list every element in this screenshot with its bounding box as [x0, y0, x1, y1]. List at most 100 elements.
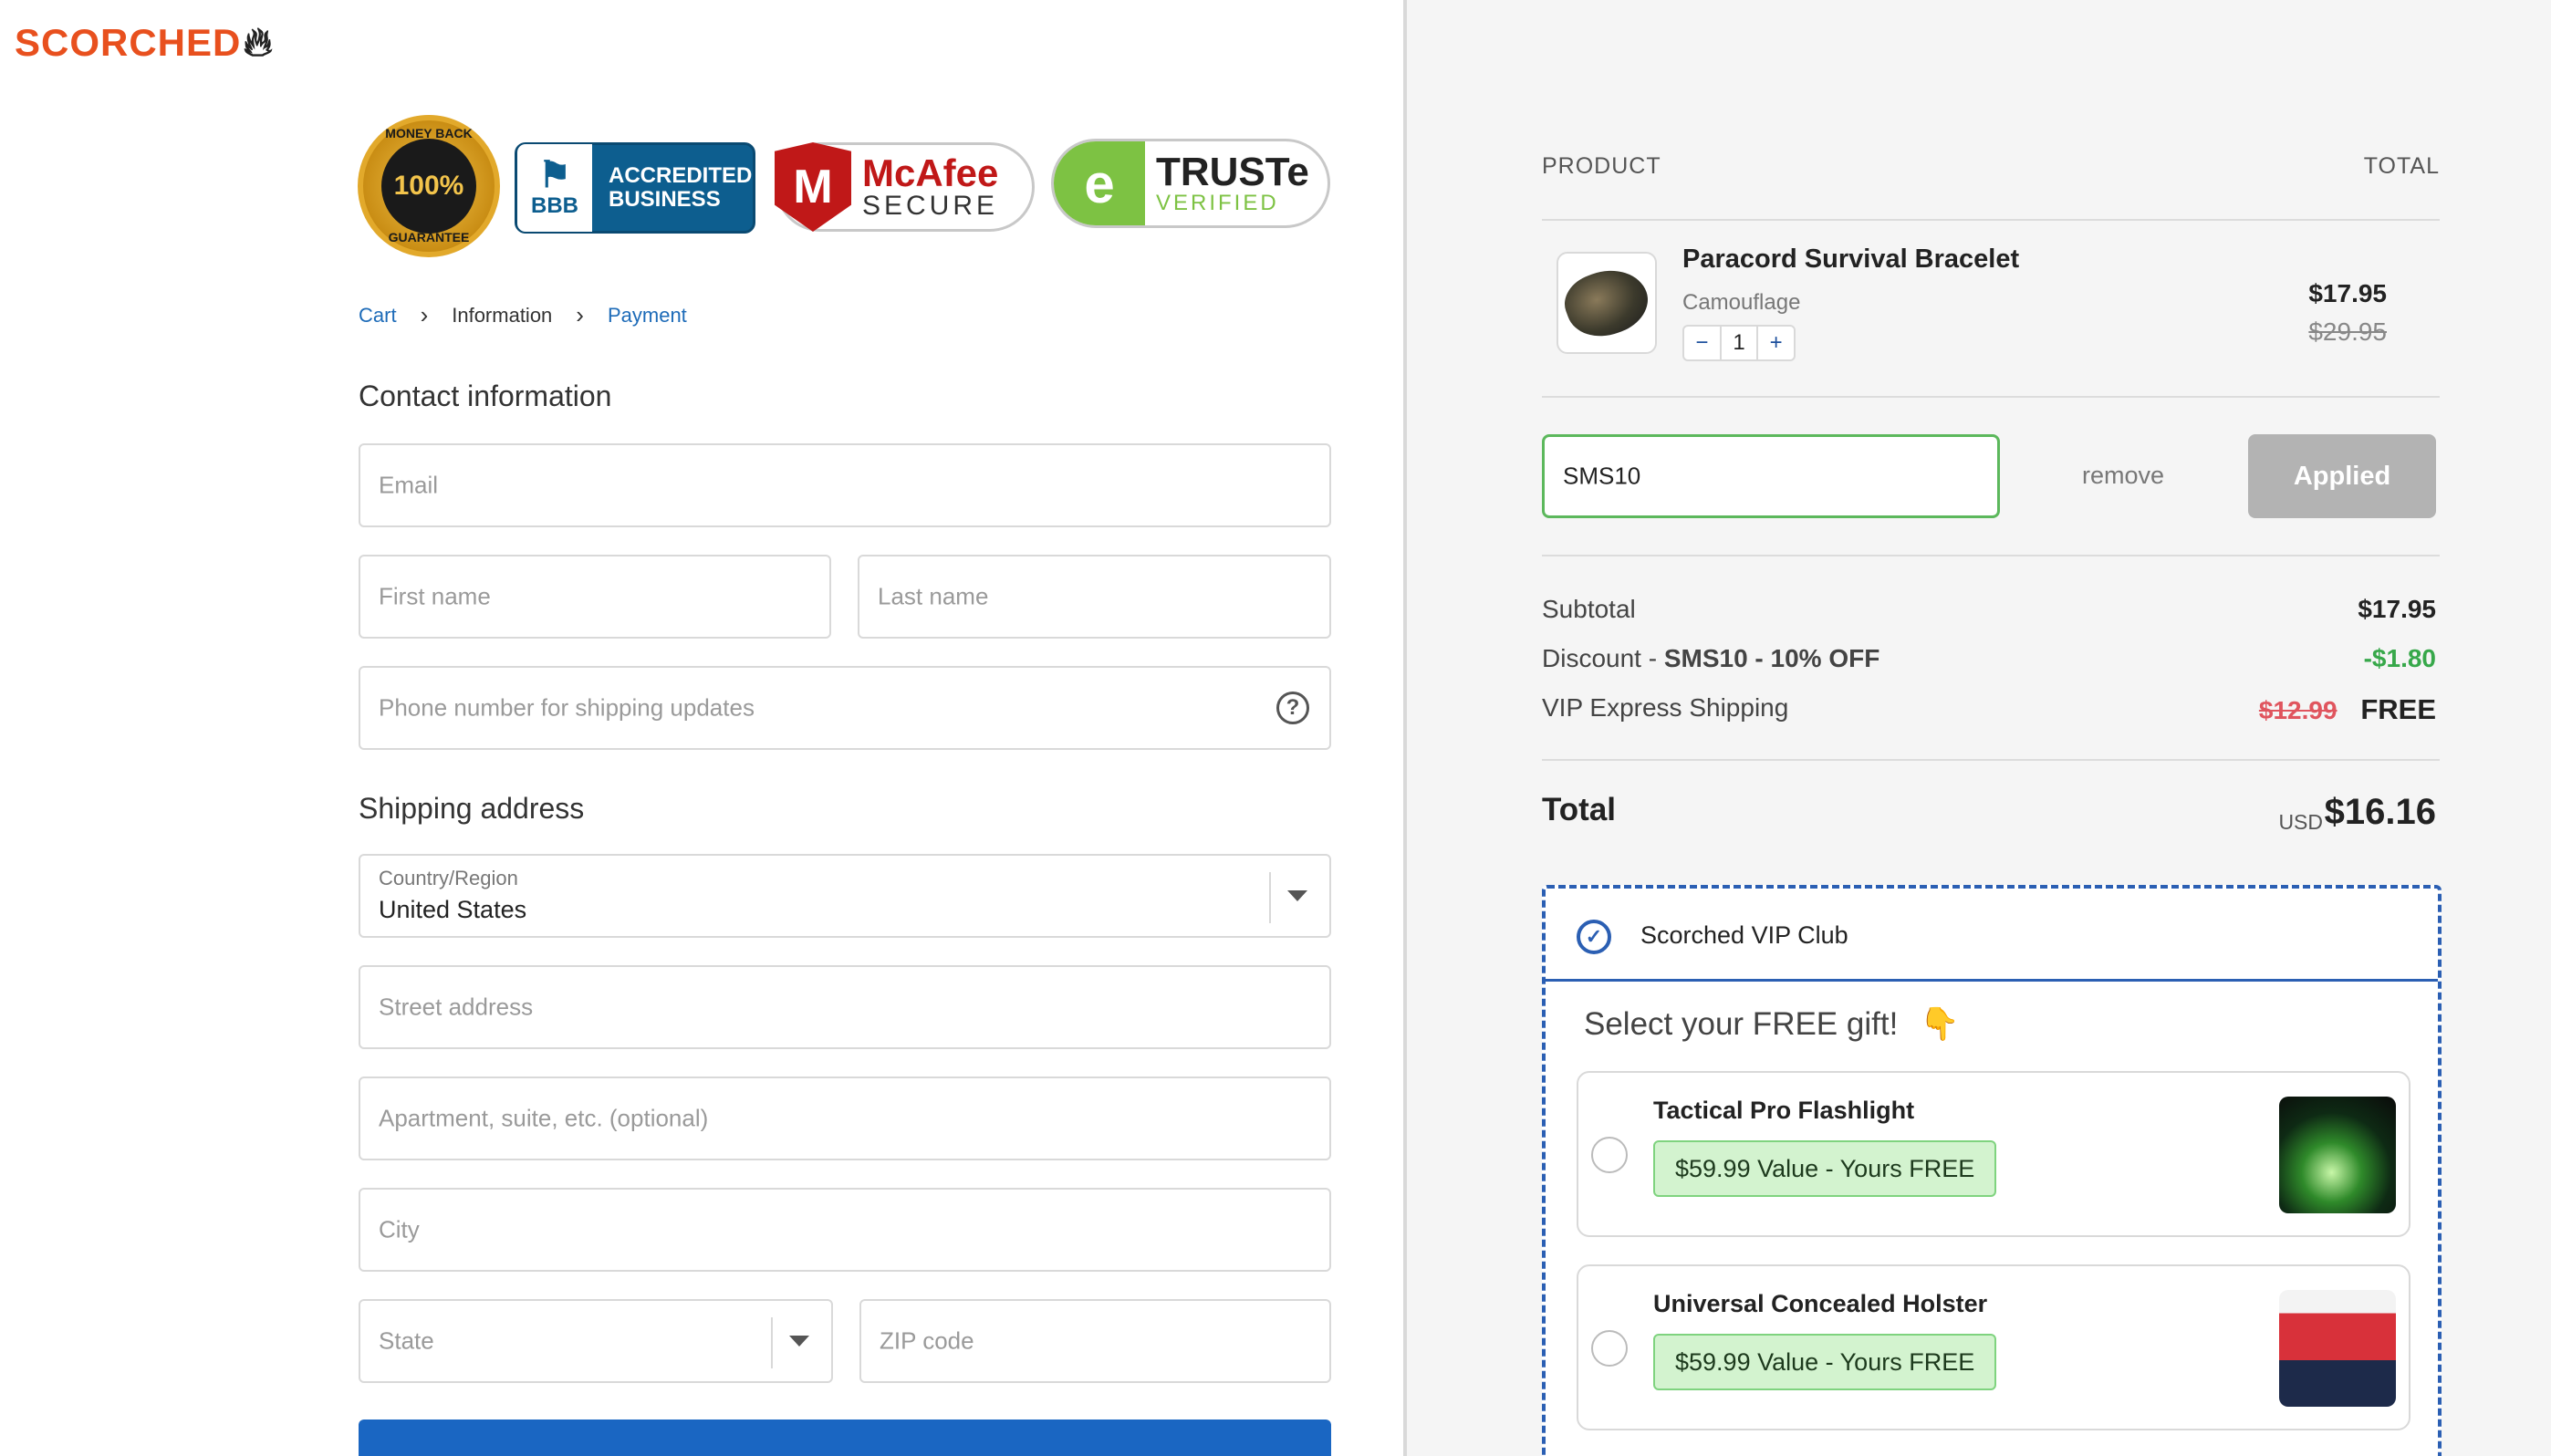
select-separator: [771, 1317, 773, 1368]
divider: [1542, 759, 2440, 761]
truste-sub: VERIFIED: [1156, 191, 1279, 215]
bbb-logo: ⚑ BBB: [517, 144, 592, 232]
product-compare-price: $29.95: [2308, 317, 2387, 346]
gift-value-badge: $59.99 Value - Yours FREE: [1653, 1140, 1997, 1197]
money-back-center: 100%: [381, 139, 476, 234]
shipping-old-price: $12.99: [2258, 696, 2338, 724]
quantity-stepper[interactable]: − 1 +: [1682, 325, 1796, 361]
check-circle-icon[interactable]: ✓: [1577, 920, 1611, 954]
bbb-line-1: ACCREDITED: [609, 162, 753, 188]
discount-value: -$1.80: [2363, 644, 2436, 672]
flame-icon: 🔥︎: [243, 20, 274, 65]
zip-placeholder: ZIP code: [880, 1326, 974, 1355]
contact-section-title: Contact information: [359, 380, 612, 412]
apartment-field[interactable]: Apartment, suite, etc. (optional): [359, 1076, 1331, 1160]
pointing-down-icon: 👇: [1920, 1006, 1960, 1042]
gift-heading-text: Select your FREE gift!: [1584, 1006, 1899, 1042]
question-circle-icon[interactable]: ?: [1276, 692, 1309, 724]
holster-image: [2279, 1290, 2396, 1407]
product-price: $17.95: [2308, 279, 2387, 307]
applied-button[interactable]: Applied: [2248, 434, 2436, 518]
gift-name: Tactical Pro Flashlight: [1653, 1097, 1915, 1124]
product-name: Paracord Survival Bracelet: [1682, 244, 2020, 274]
shipping-free-value: FREE: [2360, 693, 2436, 725]
breadcrumb-information: Information: [452, 303, 553, 327]
last-name-field[interactable]: Last name: [858, 555, 1331, 639]
breadcrumb-payment[interactable]: Payment: [608, 304, 687, 328]
shipping-price: $12.99 FREE: [2259, 693, 2436, 726]
truste-verified-badge: e TRUSTe VERIFIED: [1051, 139, 1330, 228]
quantity-increase-button[interactable]: +: [1758, 330, 1794, 356]
first-name-placeholder: First name: [379, 582, 491, 610]
subtotal-value: $17.95: [2358, 595, 2436, 623]
brand-name: SCORCHED: [15, 21, 242, 64]
bbb-logo-text: BBB: [531, 193, 578, 218]
total-currency: USD: [2278, 810, 2323, 834]
phone-placeholder: Phone number for shipping updates: [379, 693, 755, 722]
zip-code-field[interactable]: ZIP code: [859, 1299, 1331, 1383]
state-placeholder: State: [379, 1326, 434, 1355]
discount-code-value: SMS10: [1563, 462, 1641, 490]
chevron-right-icon: ›: [420, 301, 429, 328]
gift-radio[interactable]: [1591, 1330, 1628, 1367]
country-select[interactable]: Country/Region United States: [359, 854, 1331, 938]
shipping-method-label: VIP Express Shipping: [1542, 693, 1789, 722]
torch-icon: ⚑: [538, 155, 571, 195]
gift-name: Universal Concealed Holster: [1653, 1290, 1988, 1317]
gift-option-card[interactable]: Universal Concealed Holster $59.99 Value…: [1577, 1264, 2410, 1430]
city-field[interactable]: City: [359, 1188, 1331, 1272]
mcafee-secure-badge: M McAfee SECURE: [775, 142, 1035, 232]
apartment-placeholder: Apartment, suite, etc. (optional): [379, 1104, 709, 1132]
discount-line-label: Discount - SMS10 - 10% OFF: [1542, 644, 1879, 673]
subtotal-label: Subtotal: [1542, 595, 1636, 623]
quantity-value[interactable]: 1: [1719, 327, 1759, 359]
divider: [1542, 555, 2440, 556]
state-select[interactable]: State: [359, 1299, 833, 1383]
gift-value-badge: $59.99 Value - Yours FREE: [1653, 1334, 1997, 1390]
product-variant: Camouflage: [1682, 290, 1801, 315]
bbb-accredited-badge: ⚑ BBB ACCREDITED BUSINESS: [515, 142, 755, 234]
mcafee-name: McAfee: [862, 151, 999, 194]
street-placeholder: Street address: [379, 993, 534, 1021]
city-placeholder: City: [379, 1215, 420, 1243]
money-back-top-text: MONEY BACK: [385, 126, 473, 140]
product-column-header: PRODUCT: [1542, 153, 1661, 179]
discount-label-prefix: Discount -: [1542, 644, 1664, 672]
discount-code-input[interactable]: SMS10: [1542, 434, 2000, 518]
product-thumbnail: [1557, 252, 1657, 354]
bracelet-image: [1558, 258, 1655, 348]
gift-heading: Select your FREE gift! 👇: [1584, 1005, 1960, 1043]
country-label: Country/Region: [379, 867, 518, 889]
truste-e-icon: e: [1054, 141, 1145, 225]
breadcrumb-cart[interactable]: Cart: [359, 304, 397, 328]
bbb-line-2: BUSINESS: [609, 187, 721, 212]
total-label: Total: [1542, 792, 1617, 827]
gift-radio[interactable]: [1591, 1137, 1628, 1173]
country-value: United States: [379, 896, 527, 923]
truste-name: TRUSTe: [1156, 150, 1309, 194]
money-back-guarantee-badge: MONEY BACK 100% GUARANTEE: [358, 115, 500, 257]
select-separator: [1269, 872, 1271, 923]
mcafee-sub: SECURE: [862, 191, 999, 221]
last-name-placeholder: Last name: [878, 582, 989, 610]
divider: [1542, 219, 2440, 221]
vip-club-box: ✓ Scorched VIP Club Select your FREE gif…: [1542, 885, 2442, 1456]
total-column-header: TOTAL: [2363, 153, 2440, 179]
chevron-right-icon: ›: [576, 301, 584, 328]
breadcrumb: Cart › Information › Payment: [359, 301, 687, 329]
money-back-percent: 100%: [393, 171, 464, 201]
phone-field[interactable]: Phone number for shipping updates ?: [359, 666, 1331, 750]
first-name-field[interactable]: First name: [359, 555, 831, 639]
quantity-decrease-button[interactable]: −: [1684, 330, 1720, 356]
chevron-down-icon: [1287, 890, 1307, 901]
total-value: $16.16: [2324, 792, 2436, 832]
email-placeholder: Email: [379, 471, 439, 499]
street-address-field[interactable]: Street address: [359, 965, 1331, 1049]
remove-discount-link[interactable]: remove: [2082, 462, 2164, 490]
vip-club-header[interactable]: ✓ Scorched VIP Club: [1546, 889, 2438, 982]
brand-logo[interactable]: SCORCHED🔥︎: [15, 20, 274, 66]
gift-option-card[interactable]: Tactical Pro Flashlight $59.99 Value - Y…: [1577, 1071, 2410, 1237]
email-field[interactable]: Email: [359, 443, 1331, 527]
shipping-section-title: Shipping address: [359, 792, 585, 825]
continue-button[interactable]: [359, 1420, 1331, 1456]
